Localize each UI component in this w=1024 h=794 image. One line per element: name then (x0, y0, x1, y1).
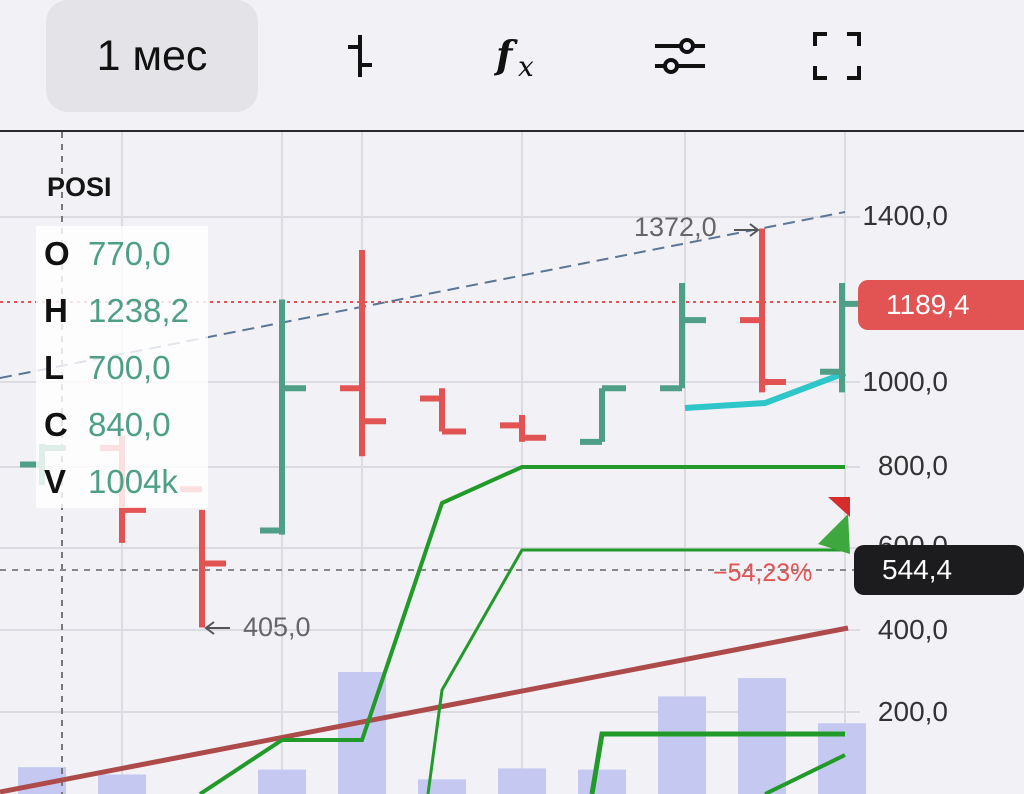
volume-bar-5 (418, 779, 466, 794)
max-arrow (734, 223, 760, 237)
indicators-fx-icon: f x (494, 32, 534, 83)
fullscreen-icon (813, 32, 861, 80)
min-price-label: 405,0 (243, 612, 311, 642)
ohlc-legend: O 770,0 H 1238,2 L 700,0 C 840,0 V 1004k (36, 226, 208, 508)
period-label: 1 мес (96, 31, 208, 80)
ohlc-row-close: C 840,0 (44, 406, 171, 443)
current-price-tag: 1189,4 (858, 280, 1024, 330)
trendline-support (0, 625, 849, 794)
axis-label-400: 400,0 (877, 614, 948, 645)
min-arrow (204, 621, 230, 635)
ohlc-open-value: 770,0 (88, 235, 171, 272)
ticker-label: POSI (47, 172, 112, 202)
max-price-label: 1372,0 (634, 212, 717, 242)
ohlc-volume-value: 1004k (88, 463, 178, 500)
chart-type-button[interactable] (315, 0, 405, 112)
volume-bar-6 (498, 768, 546, 794)
change-percent-label: −54,23% (713, 559, 813, 587)
ohlc-low-value: 700,0 (88, 349, 171, 386)
ohlc-row-high: H 1238,2 (44, 292, 189, 329)
volume-bar-1 (98, 774, 146, 794)
ohlc-row-volume: V 1004k (44, 463, 178, 500)
fullscreen-button[interactable] (792, 0, 882, 112)
chart-area[interactable]: POSI O 770,0 H 1238,2 L 700,0 C 840,0 V … (0, 132, 1024, 794)
svg-text:f: f (494, 32, 518, 77)
ohlc-high-value: 1238,2 (88, 292, 189, 329)
settings-button[interactable] (635, 0, 725, 112)
candle-type-icon (348, 35, 372, 77)
axis-label-1000: 1000,0 (862, 366, 948, 397)
volume-bar-8 (658, 696, 706, 794)
ohlc-row-low: L 700,0 (44, 349, 171, 386)
cursor-price-tag: 544,4 (854, 545, 1024, 595)
axis-label-800: 800,0 (877, 450, 948, 481)
volume-bar-3 (258, 769, 306, 794)
volume-bar-7 (578, 769, 626, 794)
ohlc-row-open: O 770,0 (44, 235, 171, 272)
axis-label-200: 200,0 (877, 696, 948, 727)
period-button[interactable]: 1 мес (46, 0, 258, 112)
change-marker-down (828, 497, 850, 517)
ohlc-close-value: 840,0 (88, 406, 171, 443)
chart-toolbar: 1 мес f x (0, 0, 1024, 132)
axis-label-1400: 1400,0 (862, 200, 948, 231)
svg-text:x: x (518, 50, 534, 83)
indicators-button[interactable]: f x (474, 0, 564, 112)
settings-sliders-icon (655, 38, 705, 74)
indicator-line-lower (589, 731, 845, 794)
